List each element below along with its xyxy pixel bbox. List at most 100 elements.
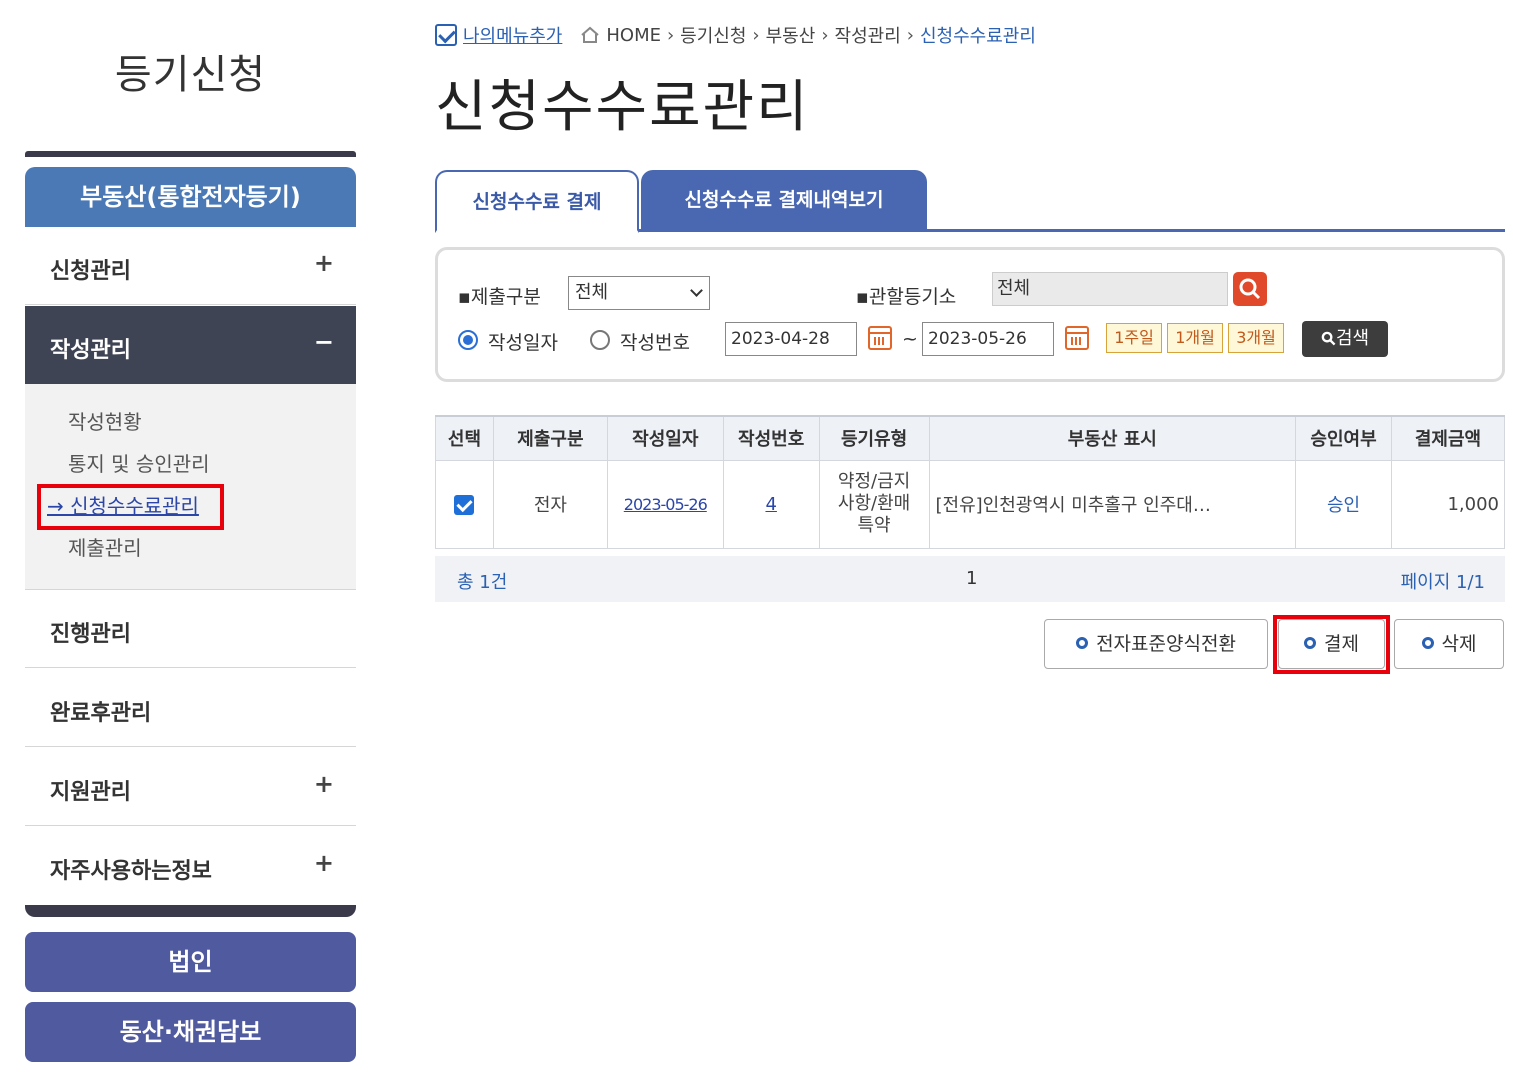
period-1month-button[interactable]: 1개월 (1167, 323, 1223, 353)
header-property: 부동산 표시 (928, 415, 1297, 461)
convert-standard-form-label: 전자표준양식전환 (1096, 633, 1236, 655)
expand-plus-icon[interactable]: + (314, 849, 334, 877)
sidebar-item-progress-management[interactable]: 진행관리 (25, 590, 356, 668)
sidebar-item-label: 자주사용하는정보 (50, 859, 212, 884)
date-range-separator: ~ (902, 328, 918, 350)
row-date-link[interactable]: 2023-05-26 (624, 495, 708, 514)
breadcrumb-separator-icon: › (821, 24, 829, 46)
tab-payment-history[interactable]: 신청수수료 결제내역보기 (641, 170, 927, 232)
delete-button-label: 삭제 (1441, 633, 1477, 655)
sidebar-item-support-management[interactable]: 지원관리 + (25, 748, 356, 826)
date-from-input[interactable]: 2023-04-28 (725, 322, 857, 356)
page-info: 페이지 1/1 (1400, 572, 1485, 593)
checkbox-icon[interactable] (435, 24, 457, 46)
circle-bullet-icon (1076, 637, 1089, 649)
tab-fee-payment[interactable]: 신청수수료 결제 (435, 170, 639, 233)
breadcrumb-writing-management[interactable]: 작성관리 (835, 22, 901, 48)
expand-plus-icon[interactable]: + (314, 249, 334, 277)
sidebar-category-real-estate[interactable]: 부동산(통합전자등기) (25, 167, 356, 227)
submit-type-value: 전체 (575, 282, 609, 303)
row-approval-cell: 승인 (1295, 459, 1392, 549)
convert-standard-form-button[interactable]: 전자표준양식전환 (1044, 619, 1268, 669)
search-panel: ▪제출구분 전체 ▪관할등기소 전체 작성일자 작성번호 2023-04-28 … (435, 247, 1505, 382)
office-search-icon[interactable] (1233, 272, 1267, 306)
calendar-icon[interactable] (1065, 326, 1089, 350)
header-approval: 승인여부 (1295, 415, 1392, 461)
add-my-menu-link[interactable]: 나의메뉴추가 (463, 22, 562, 48)
radio-write-number[interactable] (590, 330, 610, 350)
sidebar-item-post-completion[interactable]: 완료후관리 (25, 669, 356, 747)
row-amount: 1,000 (1391, 459, 1505, 549)
search-button[interactable]: 검색 (1302, 321, 1388, 357)
highlight-box-pay-button (1273, 615, 1390, 674)
office-value: 전체 (997, 278, 1031, 299)
search-icon (1321, 331, 1336, 346)
sidebar-item-application-management[interactable]: 신청관리 + (25, 227, 356, 305)
header-submit-type: 제출구분 (492, 415, 608, 461)
submenu-writing-management: 작성현황 통지 및 승인관리 → 신청수수료관리 제출관리 (25, 384, 356, 590)
submit-type-select[interactable]: 전체 (568, 276, 710, 310)
breadcrumb-separator-icon: › (666, 24, 675, 46)
movable-bond-collateral-button[interactable]: 동산·채권담보 (25, 1002, 356, 1062)
header-write-number[interactable]: 작성번호 (722, 415, 820, 461)
sidebar-item-label: 작성관리 (50, 338, 131, 363)
sidebar-item-frequent-info[interactable]: 자주사용하는정보 + (25, 827, 356, 905)
row-date-cell: 2023-05-26 (606, 459, 724, 549)
total-count: 총 1건 (457, 572, 508, 593)
row-registry-type: 약정/금지 사항/환매 특약 (818, 459, 930, 549)
period-3month-button[interactable]: 3개월 (1228, 323, 1284, 353)
row-property: [전유]인천광역시 미추홀구 인주대… (928, 459, 1297, 549)
table-header-row: 선택 제출구분 작성일자 작성번호 등기유형 부동산 표시 승인여부 결제금액 (435, 415, 1505, 461)
submenu-item-notice-approval[interactable]: 통지 및 승인관리 (68, 448, 210, 477)
submenu-item-submit-management[interactable]: 제출관리 (68, 532, 142, 561)
breadcrumb-registration[interactable]: 등기신청 (680, 22, 746, 48)
row-select-cell (435, 459, 494, 549)
breadcrumb: 나의메뉴추가 HOME › 등기신청 › 부동산 › 작성관리 › 신청수수료관… (435, 22, 1036, 48)
office-field[interactable]: 전체 (992, 272, 1228, 306)
breadcrumb-home[interactable]: HOME (606, 25, 661, 46)
row-approval[interactable]: 승인 (1327, 495, 1360, 516)
row-checkbox[interactable] (454, 494, 475, 515)
registry-type-line: 약정/금지 (837, 471, 911, 492)
home-icon[interactable] (580, 26, 600, 44)
sidebar-item-label: 진행관리 (50, 622, 131, 647)
delete-button[interactable]: 삭제 (1394, 619, 1504, 669)
header-amount: 결제금액 (1391, 415, 1505, 461)
table-footer: 총 1건 1 페이지 1/1 (435, 556, 1505, 602)
search-button-label: 검색 (1335, 328, 1370, 349)
header-write-date[interactable]: 작성일자 (606, 415, 724, 461)
registry-type-line: 사항/환매 (837, 493, 911, 514)
sidebar-item-label: 지원관리 (50, 780, 131, 805)
sidebar-item-label: 신청관리 (50, 259, 131, 284)
page-number-link[interactable]: 1 (966, 568, 977, 589)
corporation-button[interactable]: 법인 (25, 932, 356, 992)
collapse-minus-icon[interactable]: − (314, 328, 334, 356)
row-submit-type: 전자 (492, 459, 608, 549)
breadcrumb-separator-icon: › (752, 24, 760, 46)
highlight-box-fee-management (37, 484, 224, 530)
row-number-link[interactable]: 4 (765, 494, 776, 515)
radio-write-date-label: 작성일자 (488, 332, 558, 354)
sidebar-bottom-divider (25, 905, 356, 917)
office-label: ▪관할등기소 (856, 286, 957, 308)
calendar-icon[interactable] (868, 326, 892, 350)
breadcrumb-separator-icon: › (906, 24, 914, 46)
sidebar-item-writing-management[interactable]: 작성관리 − (25, 306, 356, 384)
header-select: 선택 (435, 415, 494, 461)
breadcrumb-real-estate[interactable]: 부동산 (766, 22, 816, 48)
sidebar: 등기신청 부동산(통합전자등기) 신청관리 + 작성관리 − 작성현황 통지 및… (25, 0, 356, 1079)
chevron-down-icon (690, 284, 703, 297)
table-row: 전자 2023-05-26 4 약정/금지 사항/환매 특약 [전유]인천광역시… (435, 459, 1505, 549)
expand-plus-icon[interactable]: + (314, 770, 334, 798)
date-to-input[interactable]: 2023-05-26 (922, 322, 1054, 356)
submenu-item-writing-status[interactable]: 작성현황 (68, 406, 142, 435)
registry-type-line: 특약 (857, 515, 891, 536)
row-number-cell: 4 (722, 459, 820, 549)
circle-bullet-icon (1421, 637, 1434, 649)
page-title: 신청수수료관리 (435, 75, 810, 140)
breadcrumb-current: 신청수수료관리 (919, 26, 1036, 47)
period-1week-button[interactable]: 1주일 (1106, 323, 1162, 353)
radio-write-date[interactable] (458, 330, 478, 350)
radio-write-number-label: 작성번호 (620, 332, 690, 354)
sidebar-title: 등기신청 (114, 52, 267, 98)
